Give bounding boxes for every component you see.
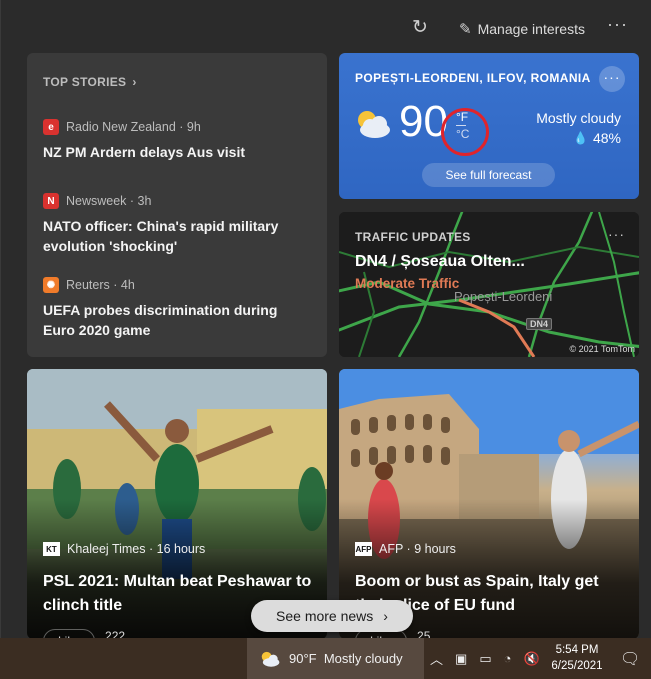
reaction-count: 25	[417, 629, 431, 638]
map-copyright: © 2021 TomTom	[569, 344, 636, 354]
pencil-icon: ✎	[459, 21, 472, 38]
raindrop-icon: 💧	[573, 131, 588, 145]
see-more-label: See more news	[276, 608, 374, 624]
manage-interests-button[interactable]: ✎ Manage interests	[459, 18, 585, 40]
map-town-label: Popești-Leordeni	[454, 289, 553, 304]
temperature-value: 90	[399, 97, 448, 146]
clock-time: 5:54 PM	[555, 644, 599, 656]
story-headline: NATO officer: China's rapid military evo…	[43, 218, 279, 254]
humidity: 💧 48%	[573, 130, 621, 146]
weather-location: POPEȘTI-LEORDENI, ILFOV, ROMANIA	[355, 71, 591, 85]
see-more-news-button[interactable]: See more news ›	[251, 600, 413, 632]
chevron-right-icon: ›	[383, 608, 388, 624]
top-stories-heading[interactable]: TOP STORIES ›	[43, 75, 137, 89]
news-and-interests-panel: ↻ ✎ Manage interests ··· TOP STORIES › e…	[0, 0, 651, 638]
annotation-circle	[441, 108, 489, 156]
traffic-label: TRAFFIC UPDATES	[355, 230, 471, 244]
traffic-card[interactable]: ··· TRAFFIC UPDATES DN4 / Șoseaua Olten.…	[339, 212, 639, 357]
reaction-count: 222	[105, 629, 126, 638]
afp-logo-icon: AFP	[355, 542, 372, 556]
panel-header: ↻ ✎ Manage interests ···	[1, 0, 651, 52]
reuters-logo-icon: ✺	[43, 277, 59, 293]
story-source: Radio New Zealand · 9h	[66, 120, 201, 134]
newsweek-logo-icon: N	[43, 193, 59, 209]
weather-more-options-icon[interactable]: ···	[599, 66, 625, 92]
traffic-road: DN4 / Șoseaua Olten...	[355, 253, 525, 270]
story-item[interactable]: N Newsweek · 3h NATO officer: China's ra…	[43, 193, 313, 256]
volume-muted-icon[interactable]: 🔇	[523, 651, 539, 667]
taskbar-weather-text: 90°F Mostly cloudy	[289, 651, 403, 666]
see-full-forecast-button[interactable]: See full forecast	[422, 163, 555, 187]
wifi-icon[interactable]: ◔	[504, 651, 512, 666]
like-button[interactable]: Like	[43, 629, 96, 638]
news-source: Khaleej Times · 16 hours	[67, 542, 206, 556]
clock-date: 6/25/2021	[551, 660, 603, 672]
humidity-value: 48%	[592, 130, 621, 146]
story-item[interactable]: e Radio New Zealand · 9h NZ PM Ardern de…	[43, 119, 313, 162]
weather-card[interactable]: POPEȘTI-LEORDENI, ILFOV, ROMANIA ··· 90 …	[339, 53, 639, 199]
traffic-status: Moderate Traffic	[355, 276, 460, 291]
road-shield: DN4	[526, 318, 553, 330]
news-source: AFP · 9 hours	[379, 542, 456, 556]
manage-interests-label: Manage interests	[477, 21, 585, 37]
chevron-right-icon: ›	[132, 75, 137, 89]
notification-icon[interactable]: 🗨	[620, 649, 640, 669]
story-source: Reuters · 4h	[66, 278, 135, 292]
system-tray: ︿ ▣ ▭ ◔ 🔇	[430, 638, 540, 679]
taskbar-clock[interactable]: 5:54 PM 6/25/2021	[548, 642, 606, 674]
traffic-more-options-icon[interactable]: ···	[608, 226, 625, 242]
meet-now-icon[interactable]: ▣	[455, 651, 467, 667]
partly-cloudy-icon	[261, 651, 280, 667]
story-headline: UEFA probes discrimination during Euro 2…	[43, 302, 278, 338]
khaleej-times-logo-icon: KT	[43, 542, 60, 556]
news-card[interactable]: KT Khaleej Times · 16 hours PSL 2021: Mu…	[27, 369, 327, 638]
top-stories-label: TOP STORIES	[43, 75, 127, 89]
story-headline: NZ PM Ardern delays Aus visit	[43, 144, 246, 160]
story-item[interactable]: ✺ Reuters · 4h UEFA probes discriminatio…	[43, 277, 313, 340]
refresh-icon[interactable]: ↻	[409, 17, 431, 39]
partly-cloudy-icon	[358, 111, 390, 138]
more-options-icon[interactable]: ···	[607, 14, 628, 35]
taskbar: 90°F Mostly cloudy ︿ ▣ ▭ ◔ 🔇 5:54 PM 6/2…	[0, 638, 651, 679]
taskbar-weather-button[interactable]: 90°F Mostly cloudy	[247, 638, 424, 679]
story-source: Newsweek · 3h	[66, 194, 152, 208]
top-stories-card: TOP STORIES › e Radio New Zealand · 9h N…	[27, 53, 327, 357]
chevron-up-icon[interactable]: ︿	[430, 649, 443, 668]
radio-nz-logo-icon: e	[43, 119, 59, 135]
weather-condition: Mostly cloudy	[536, 110, 621, 126]
battery-icon[interactable]: ▭	[479, 651, 491, 667]
news-card[interactable]: AFP AFP · 9 hours Boom or bust as Spain,…	[339, 369, 639, 638]
